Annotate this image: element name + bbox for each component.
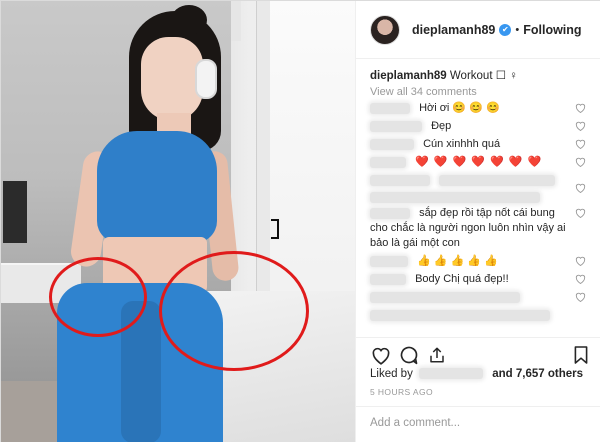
- comment-like-heart-icon[interactable]: [575, 274, 586, 285]
- comment-item: Đẹp: [370, 119, 590, 134]
- comment-item-blurred: [370, 173, 590, 203]
- view-all-comments-link[interactable]: View all 34 comments: [370, 86, 590, 98]
- comment-like-heart-icon[interactable]: [575, 183, 586, 193]
- comment-item: Body Chị quá đẹp!!: [370, 272, 590, 287]
- save-bookmark-icon[interactable]: [570, 344, 592, 366]
- comment-item: Hời ơi 😊 😊 😊: [370, 101, 590, 116]
- share-icon[interactable]: [426, 344, 448, 366]
- comment-like-heart-icon[interactable]: [575, 139, 586, 149]
- blurred-username: [370, 138, 414, 150]
- sports-top: [97, 131, 217, 243]
- figure-hair-bun: [171, 5, 207, 35]
- caption-username[interactable]: dieplamanh89: [370, 70, 447, 82]
- post-photo[interactable]: [1, 1, 355, 442]
- blurred-username: [370, 256, 408, 267]
- post-header: dieplamanh89 ✔ • Following: [356, 1, 600, 59]
- action-icon-row: [370, 344, 592, 370]
- post-side-panel: dieplamanh89 ✔ • Following dieplamanh89 …: [355, 1, 600, 442]
- figure-face: [141, 37, 203, 121]
- post-timestamp-text: 5 HOURS AGO: [370, 387, 433, 397]
- blurred-liker-name[interactable]: [419, 368, 484, 380]
- blurred-username: [370, 174, 430, 186]
- following-button[interactable]: Following: [523, 23, 581, 37]
- blurred-comment: [370, 310, 550, 321]
- annotation-circle-waist: [49, 257, 147, 337]
- comment-text: Đẹp: [431, 120, 452, 132]
- comment-item-blurred: [370, 308, 590, 323]
- add-comment-input[interactable]: Add a comment...: [356, 406, 600, 442]
- post-actions: Liked by and 7,657 others 5 HOURS AGO Ad…: [356, 337, 600, 442]
- avatar[interactable]: [370, 14, 400, 45]
- window-handle: [271, 219, 279, 239]
- blurred-comment: [370, 292, 520, 303]
- blurred-username: [370, 274, 406, 285]
- comment-item: 👍 👍 👍 👍 👍: [370, 254, 590, 269]
- comment-text: Body Chị quá đẹp!!: [415, 273, 509, 286]
- blurred-username: [370, 208, 410, 219]
- comment-like-heart-icon[interactable]: [575, 292, 586, 303]
- likes-prefix: Liked by: [370, 368, 413, 380]
- like-heart-icon[interactable]: [370, 344, 392, 366]
- header-separator: •: [515, 23, 520, 36]
- comment-text: Hời ơi 😊 😊 😊: [419, 102, 500, 114]
- comment-bubble-icon[interactable]: [398, 344, 420, 366]
- comment-like-heart-icon[interactable]: [575, 103, 586, 113]
- comment-like-heart-icon[interactable]: [575, 121, 586, 131]
- comment-like-heart-icon[interactable]: [575, 256, 586, 267]
- post-timestamp: 5 HOURS AGO: [370, 387, 433, 397]
- comment-text: 👍 👍 👍 👍 👍: [417, 255, 498, 268]
- comment-text: Cún xinhhh quá: [423, 138, 501, 150]
- instagram-post-frame: dieplamanh89 ✔ • Following dieplamanh89 …: [0, 0, 600, 442]
- blurred-comment: [439, 174, 556, 186]
- comment-text: ❤️ ❤️ ❤️ ❤️ ❤️ ❤️ ❤️: [415, 156, 543, 168]
- blurred-username: [370, 102, 410, 114]
- photo-tv: [3, 181, 27, 243]
- comment-item: ❤️ ❤️ ❤️ ❤️ ❤️ ❤️ ❤️: [370, 155, 590, 170]
- blurred-username: [370, 156, 406, 168]
- caption-text: Workout ☐ ♀: [449, 70, 518, 82]
- headphones: [195, 59, 217, 99]
- comment-item: sắp đẹp rồi tập nốt cái bung cho chắc là…: [370, 206, 590, 251]
- verified-badge-icon: ✔: [499, 23, 512, 36]
- blurred-comment: [370, 192, 540, 203]
- annotation-circle-hip: [159, 251, 309, 371]
- blurred-username: [370, 120, 422, 132]
- likes-summary: Liked by and 7,657 others: [370, 368, 583, 380]
- comment-item-blurred: [370, 290, 590, 305]
- comment-item: Cún xinhhh quá: [370, 137, 590, 152]
- comment-like-heart-icon[interactable]: [575, 157, 586, 167]
- header-username[interactable]: dieplamanh89: [412, 23, 495, 37]
- comments-list[interactable]: dieplamanh89 Workout ☐ ♀ View all 34 com…: [356, 59, 600, 337]
- post-caption: dieplamanh89 Workout ☐ ♀: [370, 69, 590, 83]
- likes-count[interactable]: and 7,657 others: [492, 368, 583, 380]
- comment-like-heart-icon[interactable]: [575, 208, 586, 219]
